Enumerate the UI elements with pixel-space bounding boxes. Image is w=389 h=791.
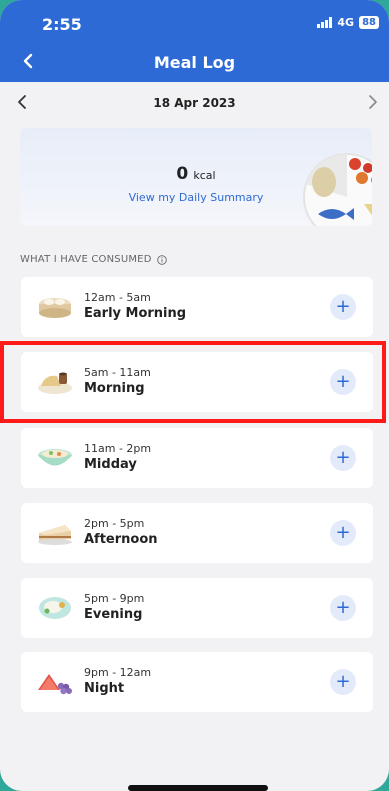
meal-name: Evening (84, 607, 143, 622)
add-meal-button[interactable]: + (330, 520, 356, 546)
calorie-value: 0 (176, 164, 189, 184)
phone-screen: 2:55 4G 88 Meal Log 18 Apr 2023 0 kcal V… (0, 0, 389, 791)
signal-icon (317, 17, 333, 28)
next-day-icon[interactable] (365, 94, 379, 110)
add-meal-button[interactable]: + (330, 669, 356, 695)
status-indicators: 4G 88 (317, 16, 379, 29)
meal-time: 5pm - 9pm (84, 592, 145, 605)
meal-time: 9pm - 12am (84, 666, 152, 679)
noodle-bowl-icon (38, 449, 72, 466)
section-title-text: WHAT I HAVE CONSUMED (20, 254, 152, 265)
meal-time: 2pm - 5pm (84, 517, 145, 530)
meal-row-afternoon[interactable]: 2pm - 5pm Afternoon + (21, 503, 373, 563)
network-type: 4G (337, 16, 355, 29)
meal-row-evening[interactable]: 5pm - 9pm Evening + (21, 578, 373, 638)
info-icon[interactable] (156, 254, 167, 265)
current-date: 18 Apr 2023 (153, 96, 236, 110)
food-plate-icon (303, 153, 372, 226)
daily-summary-card: 0 kcal View my Daily Summary (20, 128, 372, 226)
meal-row-midday[interactable]: 11am - 2pm Midday + (21, 428, 373, 488)
fruit-icon (38, 674, 72, 695)
highlight-box (0, 341, 386, 423)
add-meal-button[interactable]: + (330, 294, 356, 320)
date-navigator: 18 Apr 2023 (0, 88, 389, 118)
home-indicator (128, 785, 268, 791)
calorie-unit: kcal (193, 169, 216, 182)
rice-plate-icon (39, 597, 71, 619)
status-time: 2:55 (42, 15, 82, 34)
battery-icon: 88 (359, 16, 379, 29)
meal-row-night[interactable]: 9pm - 12am Night + (21, 652, 373, 712)
page-title: Meal Log (153, 53, 236, 72)
meal-name: Early Morning (84, 306, 187, 321)
add-meal-button[interactable]: + (330, 445, 356, 471)
meal-name: Afternoon (84, 532, 158, 547)
meal-row-early-morning[interactable]: 12am - 5am Early Morning + (21, 277, 373, 337)
app-header: 2:55 4G 88 Meal Log (0, 0, 389, 82)
section-title: WHAT I HAVE CONSUMED (20, 254, 167, 265)
meal-name: Night (84, 681, 125, 696)
add-meal-button[interactable]: + (330, 595, 356, 621)
meal-time: 11am - 2pm (84, 442, 152, 455)
meal-name: Midday (84, 457, 137, 472)
cake-slice-icon (38, 525, 72, 545)
meal-time: 12am - 5am (84, 291, 151, 304)
dumpling-basket-icon (39, 298, 71, 318)
